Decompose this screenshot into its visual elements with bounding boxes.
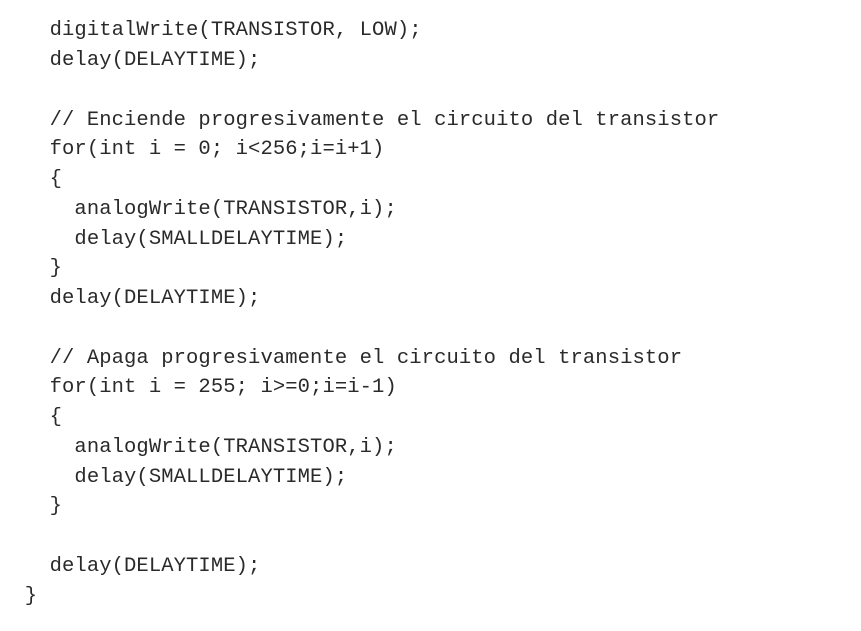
- code-line: }: [0, 257, 63, 280]
- code-line: }: [0, 585, 38, 608]
- code-line: delay(DELAYTIME);: [0, 287, 261, 310]
- code-line: digitalWrite(TRANSISTOR, LOW);: [0, 19, 422, 42]
- code-line: {: [0, 406, 63, 429]
- code-line: delay(SMALLDELAYTIME);: [0, 466, 348, 489]
- code-line: analogWrite(TRANSISTOR,i);: [0, 436, 397, 459]
- code-comment: // Enciende progresivamente el circuito …: [0, 109, 720, 132]
- code-line: }: [0, 495, 63, 518]
- code-listing: digitalWrite(TRANSISTOR, LOW); delay(DEL…: [0, 0, 861, 631]
- code-line: analogWrite(TRANSISTOR,i);: [0, 198, 397, 221]
- code-line: delay(DELAYTIME);: [0, 49, 261, 72]
- code-line: {: [0, 168, 63, 191]
- code-line: for(int i = 255; i>=0;i=i-1): [0, 376, 397, 399]
- code-line: delay(DELAYTIME);: [0, 555, 261, 578]
- code-line: delay(SMALLDELAYTIME);: [0, 228, 348, 251]
- code-line: for(int i = 0; i<256;i=i+1): [0, 138, 385, 161]
- code-comment: // Apaga progresivamente el circuito del…: [0, 347, 683, 370]
